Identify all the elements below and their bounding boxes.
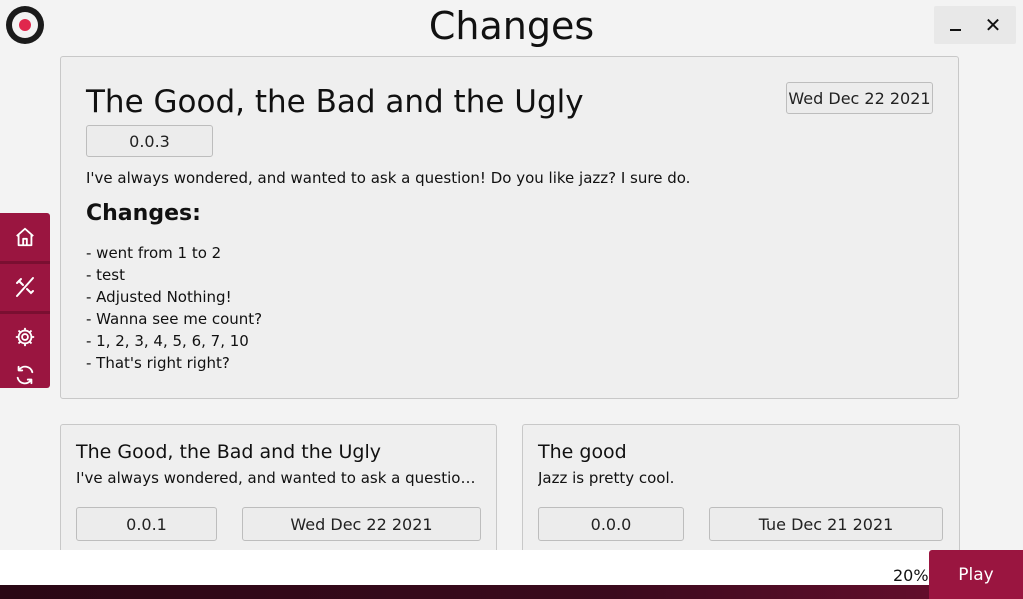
release-detail-card: The Good, the Bad and the Ugly Wed Dec 2… <box>60 56 959 399</box>
release-description: I've always wondered, and wanted to ask … <box>86 169 691 187</box>
changes-list: - went from 1 to 2 - test - Adjusted Not… <box>86 242 262 374</box>
change-item: - test <box>86 266 125 284</box>
progress-percentage: 20% <box>893 566 929 585</box>
play-button[interactable]: Play <box>929 550 1023 599</box>
release-title: The Good, the Bad and the Ugly <box>86 84 584 120</box>
sidebar-divider <box>0 261 50 264</box>
release-card-title: The Good, the Bad and the Ugly <box>76 441 381 463</box>
download-progress-bar <box>0 550 1023 585</box>
release-card-version[interactable]: 0.0.0 <box>538 507 684 541</box>
sidebar-item-mods[interactable] <box>0 267 50 307</box>
sidebar <box>0 213 50 388</box>
minimize-button[interactable] <box>936 6 974 44</box>
sidebar-divider <box>0 311 50 314</box>
close-button[interactable]: ✕ <box>974 6 1012 44</box>
gear-icon <box>15 327 35 347</box>
release-card[interactable]: The Good, the Bad and the Ugly I've alwa… <box>60 424 497 566</box>
change-item: - Adjusted Nothing! <box>86 288 232 306</box>
home-icon <box>16 227 34 247</box>
release-card-description: Jazz is pretty cool. <box>538 469 675 487</box>
change-item: - 1, 2, 3, 4, 5, 6, 7, 10 <box>86 332 249 350</box>
release-card-version[interactable]: 0.0.1 <box>76 507 217 541</box>
release-date-badge: Wed Dec 22 2021 <box>786 82 933 114</box>
release-card-date[interactable]: Tue Dec 21 2021 <box>709 507 943 541</box>
release-card-description: I've always wondered, and wanted to ask … <box>76 469 481 487</box>
close-icon: ✕ <box>984 13 1002 37</box>
release-card-date[interactable]: Wed Dec 22 2021 <box>242 507 481 541</box>
footer-strip <box>0 585 1023 599</box>
sidebar-item-settings[interactable] <box>0 317 50 357</box>
changes-heading: Changes: <box>86 201 201 226</box>
change-item: - Wanna see me count? <box>86 310 263 328</box>
minimize-icon <box>949 29 961 31</box>
refresh-icon <box>16 365 34 385</box>
release-card-title: The good <box>538 441 627 463</box>
page-title: Changes <box>428 4 595 48</box>
window-controls: ✕ <box>934 6 1016 44</box>
change-item: - That's right right? <box>86 354 230 372</box>
wrench-off-icon <box>16 277 34 297</box>
sidebar-item-home[interactable] <box>0 217 50 257</box>
sidebar-item-update[interactable] <box>0 355 50 395</box>
change-item: - went from 1 to 2 <box>86 244 222 262</box>
release-version-badge: 0.0.3 <box>86 125 213 157</box>
release-card[interactable]: The good Jazz is pretty cool. 0.0.0 Tue … <box>522 424 960 566</box>
